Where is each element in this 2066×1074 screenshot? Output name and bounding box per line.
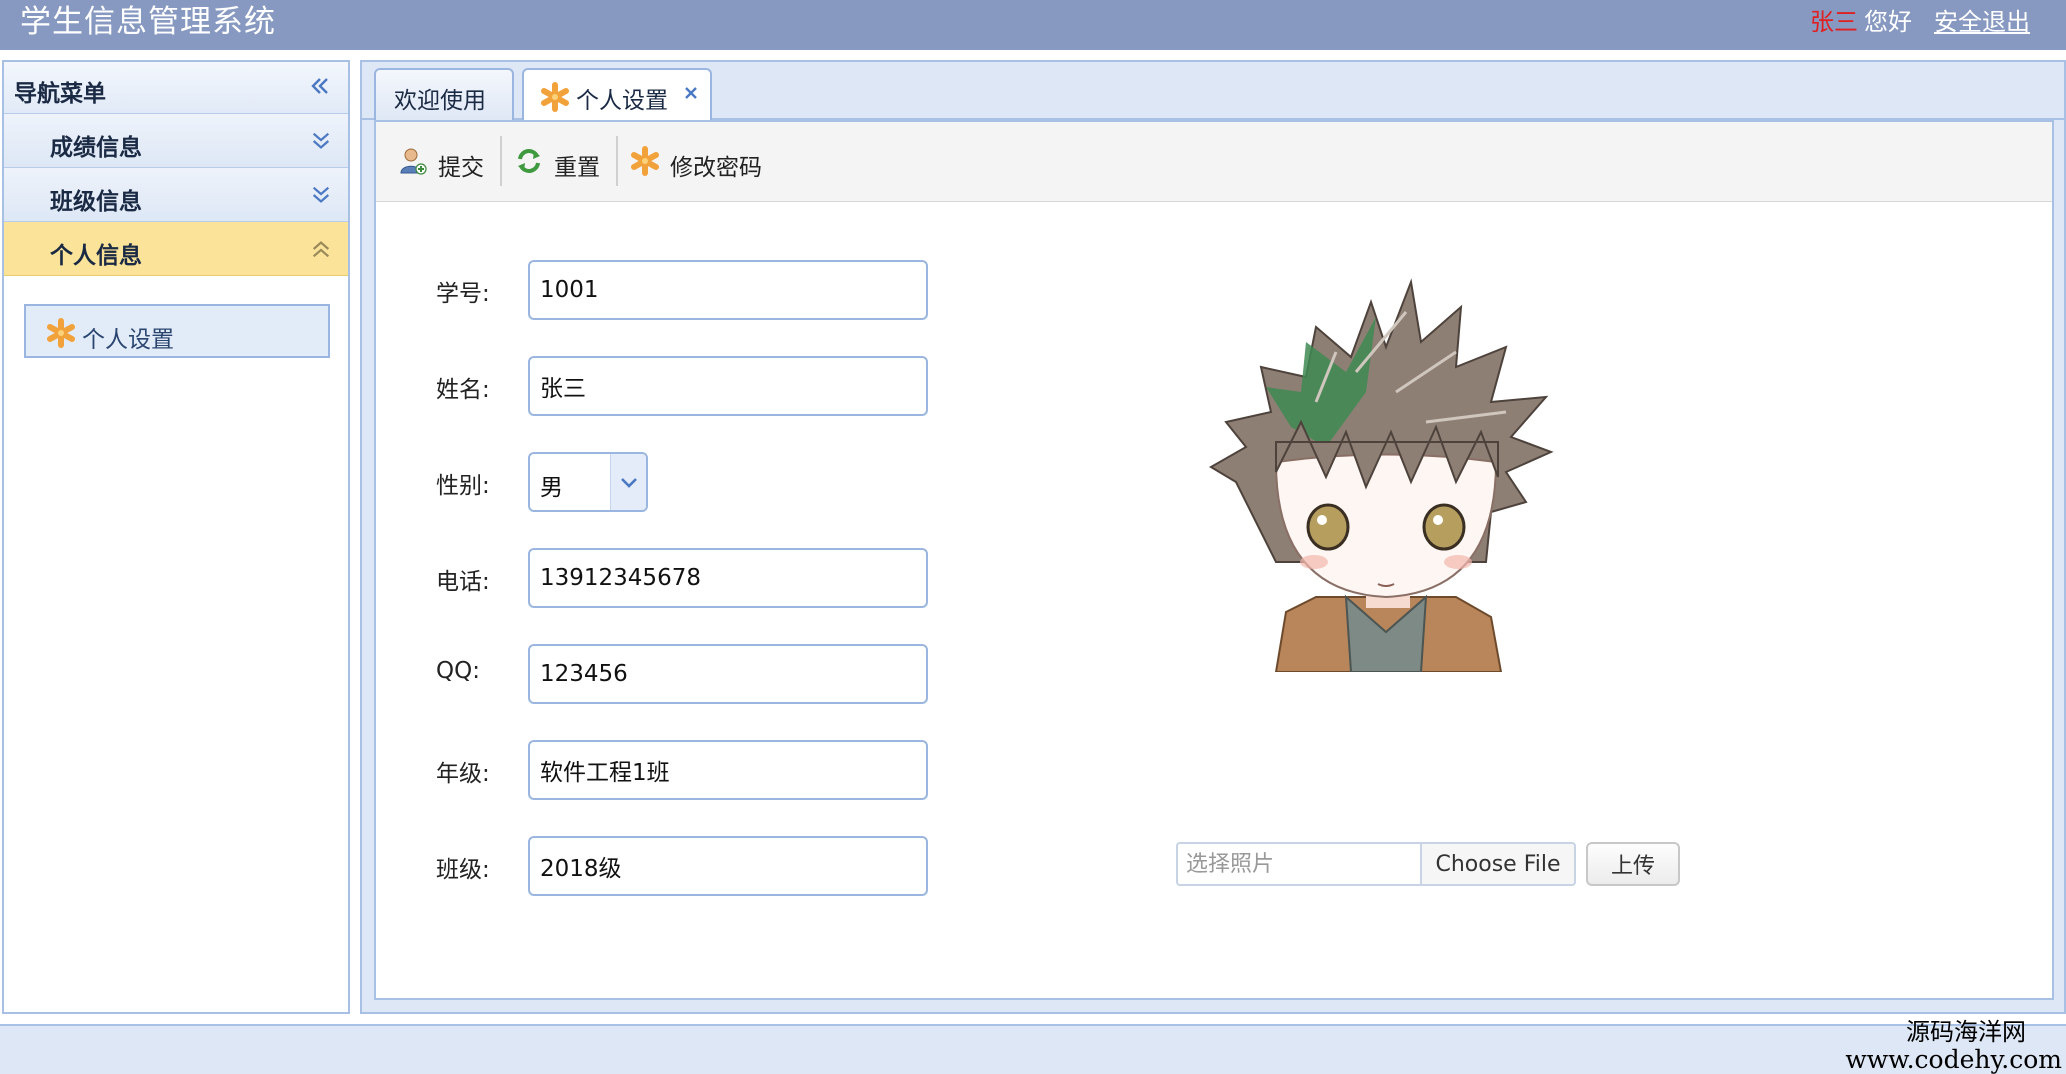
greeting-text: 您好 bbox=[1864, 8, 1912, 36]
form-row-gender: 性别: 男 bbox=[376, 452, 976, 512]
double-chevron-down-icon bbox=[312, 186, 330, 203]
choose-file-button[interactable]: Choose File bbox=[1420, 842, 1576, 886]
close-icon[interactable] bbox=[684, 86, 698, 100]
sidebar-section-personal[interactable]: 个人信息 bbox=[4, 222, 348, 276]
form-row-student-id: 学号: bbox=[376, 260, 976, 320]
chevron-down-icon bbox=[621, 478, 637, 488]
user-area: 张三 您好 安全退出 bbox=[1810, 6, 2030, 38]
gender-label: 性别: bbox=[436, 473, 490, 499]
sidebar-item-personal-settings[interactable]: 个人设置 bbox=[24, 304, 330, 358]
tab-label: 欢迎使用 bbox=[394, 88, 486, 114]
double-chevron-left-icon[interactable] bbox=[308, 74, 332, 98]
gender-select[interactable]: 男 bbox=[528, 452, 648, 512]
form-row-name: 姓名: bbox=[376, 356, 976, 416]
logout-link[interactable]: 安全退出 bbox=[1934, 8, 2030, 36]
student-id-label: 学号: bbox=[436, 281, 490, 307]
watermark-url: www.codehy.com bbox=[1845, 1045, 2062, 1074]
footer-bar bbox=[0, 1024, 2066, 1074]
sidebar-header: 导航菜单 bbox=[4, 62, 348, 114]
student-id-field[interactable] bbox=[528, 260, 928, 320]
tab-personal-settings[interactable]: 个人设置 bbox=[522, 68, 712, 122]
user-add-icon bbox=[400, 148, 427, 175]
form-row-phone: 电话: bbox=[376, 548, 976, 608]
qq-field[interactable] bbox=[528, 644, 928, 704]
tab-welcome[interactable]: 欢迎使用 bbox=[374, 68, 514, 120]
form-row-grade: 年级: bbox=[376, 740, 976, 800]
watermark: 源码海洋网 www.codehy.com bbox=[1845, 1018, 2062, 1074]
app-title: 学生信息管理系统 bbox=[20, 4, 276, 40]
double-chevron-up-icon bbox=[312, 241, 330, 258]
name-field[interactable] bbox=[528, 356, 928, 416]
reset-button[interactable]: 重置 bbox=[514, 136, 614, 186]
sidebar-section-label: 班级信息 bbox=[50, 189, 142, 215]
form-row-qq: QQ: bbox=[376, 644, 976, 704]
gender-value: 男 bbox=[540, 475, 563, 501]
form-row-class: 班级: bbox=[376, 836, 976, 896]
sidebar-item-label: 个人设置 bbox=[82, 327, 174, 353]
sidebar-section-label: 成绩信息 bbox=[50, 135, 142, 161]
name-label: 姓名: bbox=[436, 377, 490, 403]
asterisk-icon bbox=[541, 82, 569, 112]
upload-button[interactable]: 上传 bbox=[1586, 842, 1680, 886]
avatar bbox=[1209, 278, 1554, 672]
change-password-label: 修改密码 bbox=[670, 155, 762, 181]
photo-path-input[interactable] bbox=[1176, 842, 1420, 886]
tab-label: 个人设置 bbox=[576, 88, 668, 114]
submit-label: 提交 bbox=[438, 155, 484, 181]
reset-label: 重置 bbox=[554, 155, 600, 181]
watermark-name: 源码海洋网 bbox=[1906, 1018, 2026, 1046]
phone-label: 电话: bbox=[436, 569, 490, 595]
change-password-button[interactable]: 修改密码 bbox=[630, 136, 790, 186]
user-name: 张三 bbox=[1810, 8, 1858, 36]
select-arrow[interactable] bbox=[610, 454, 646, 510]
refresh-icon bbox=[518, 149, 540, 173]
grade-field[interactable] bbox=[528, 740, 928, 800]
double-chevron-down-icon bbox=[312, 132, 330, 149]
toolbar: 提交 重置 修改密码 bbox=[376, 122, 2052, 202]
submit-button[interactable]: 提交 bbox=[398, 136, 498, 186]
class-label: 班级: bbox=[436, 857, 490, 883]
asterisk-icon bbox=[631, 146, 659, 176]
content-area: 提交 重置 修改密码 学号: 1001 姓名: 张三 性别: 男 电话: 139… bbox=[374, 120, 2054, 1000]
main-panel: 欢迎使用 个人设置 提交 重置 修改密码 学号: 1001 姓名: 张三 性别:… bbox=[360, 60, 2066, 1014]
tabs-bar: 欢迎使用 个人设置 bbox=[362, 62, 2064, 122]
toolbar-divider bbox=[616, 136, 618, 186]
navigation-sidebar: 导航菜单 成绩信息 班级信息 个人信息 个人设置 bbox=[2, 60, 350, 1014]
sidebar-title: 导航菜单 bbox=[14, 81, 106, 107]
phone-field[interactable] bbox=[528, 548, 928, 608]
grade-label: 年级: bbox=[436, 761, 490, 787]
app-header: 学生信息管理系统 张三 您好 安全退出 bbox=[0, 0, 2066, 50]
toolbar-divider bbox=[500, 136, 502, 186]
sidebar-section-classes[interactable]: 班级信息 bbox=[4, 168, 348, 222]
qq-label: QQ: bbox=[436, 658, 480, 684]
sidebar-section-label: 个人信息 bbox=[50, 243, 142, 269]
sidebar-section-grades[interactable]: 成绩信息 bbox=[4, 114, 348, 168]
class-field[interactable] bbox=[528, 836, 928, 896]
asterisk-icon bbox=[47, 318, 75, 348]
